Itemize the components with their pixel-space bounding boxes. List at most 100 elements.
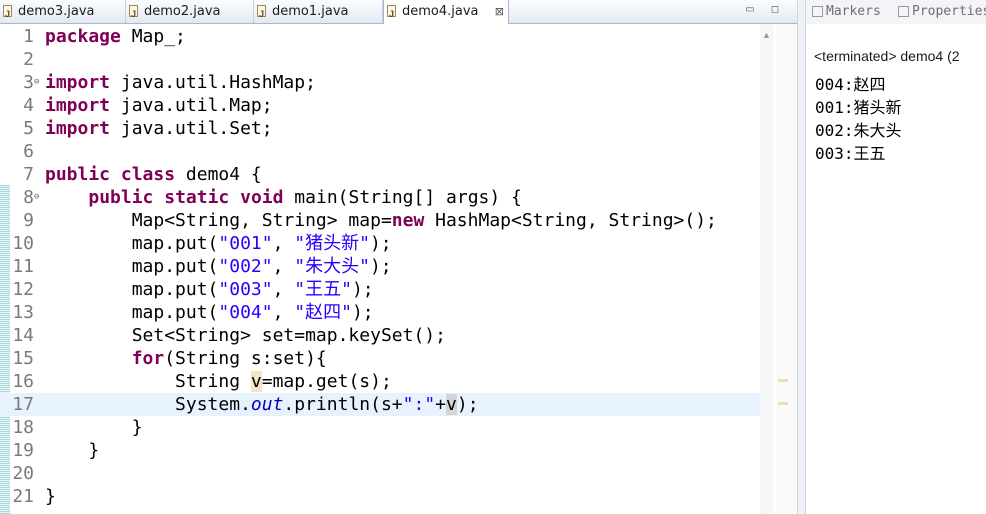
- code-text: map.put("001", "猪头新");: [45, 232, 392, 255]
- console-output-line: 004:赵四: [815, 75, 886, 94]
- code-line[interactable]: 5 import java.util.Set;: [0, 117, 760, 140]
- line-number: 15: [12, 348, 34, 369]
- string-token: "003": [218, 279, 273, 300]
- code-line[interactable]: 15 for(String s:set){: [0, 347, 760, 370]
- code-line[interactable]: 6: [0, 140, 760, 163]
- terminated-label: <terminated> demo4 (2: [814, 48, 960, 64]
- keyword-token: static: [164, 187, 230, 208]
- line-number: 1: [23, 26, 34, 47]
- tab-demo1[interactable]: demo1.java: [254, 0, 383, 26]
- line-number: 8: [23, 187, 34, 208]
- keyword-token: class: [120, 164, 176, 185]
- fold-toggle-icon[interactable]: ⊖: [34, 71, 39, 94]
- code-token: }: [45, 417, 143, 438]
- code-token: java.util.Set;: [110, 118, 273, 139]
- code-line[interactable]: 8 ⊖ public static void main(String[] args…: [0, 186, 760, 209]
- close-tab-icon[interactable]: ⊠: [495, 0, 504, 23]
- code-text: public static void main(String[] args) {: [45, 186, 522, 209]
- scroll-up-icon[interactable]: ▲: [762, 30, 771, 40]
- code-text: map.put("004", "赵四");: [45, 301, 374, 324]
- line-number: 18: [12, 417, 34, 438]
- tab-demo3[interactable]: demo3.java: [0, 0, 126, 26]
- keyword-token: import: [45, 72, 111, 93]
- code-token: }: [45, 440, 100, 461]
- keyword-token: public: [88, 187, 154, 208]
- fold-toggle-icon[interactable]: ⊖: [34, 186, 39, 209]
- code-token: Map_;: [120, 26, 186, 47]
- code-line[interactable]: 11 map.put("002", "朱大头");: [0, 255, 760, 278]
- code-token: map.put(: [45, 302, 219, 323]
- code-line[interactable]: 16 String v=map.get(s);: [0, 370, 760, 393]
- code-token: (String s:set){: [164, 348, 327, 369]
- tab-demo4[interactable]: demo4.java ⊠: [383, 0, 509, 26]
- java-file-icon: [257, 3, 266, 26]
- keyword-token: new: [391, 210, 425, 231]
- code-text: import java.util.HashMap;: [45, 71, 316, 94]
- code-line[interactable]: 9 Map<String, String> map=new HashMap<St…: [0, 209, 760, 232]
- string-token: "001": [218, 233, 273, 254]
- code-line[interactable]: 2: [0, 48, 760, 71]
- code-text: Map<String, String> map=new HashMap<Stri…: [45, 209, 717, 232]
- code-token: );: [369, 233, 392, 254]
- code-line[interactable]: 10 map.put("001", "猪头新");: [0, 232, 760, 255]
- editor-tab-bar: demo3.java demo2.java demo1.java demo4.j…: [0, 0, 797, 26]
- code-token: );: [351, 302, 374, 323]
- tab-properties[interactable]: Properties: [896, 0, 986, 24]
- line-number: 6: [23, 141, 34, 162]
- code-text: import java.util.Set;: [45, 117, 273, 140]
- code-line[interactable]: 17 System.out.println(s+":"+v);: [0, 393, 760, 416]
- java-file-icon: [387, 3, 396, 26]
- maximize-icon[interactable]: ◻: [768, 3, 782, 17]
- occurrence-marker[interactable]: [778, 379, 788, 382]
- code-line[interactable]: 7 public class demo4 {: [0, 163, 760, 186]
- string-token: "朱大头": [294, 256, 370, 277]
- string-token: "猪头新": [294, 233, 370, 254]
- tab-demo2[interactable]: demo2.java: [126, 0, 254, 26]
- line-number: 9: [23, 210, 34, 231]
- code-token: ,: [272, 256, 295, 277]
- line-number: 4: [23, 95, 34, 116]
- code-text: map.put("002", "朱大头");: [45, 255, 392, 278]
- code-text: import java.util.Map;: [45, 94, 273, 117]
- code-line[interactable]: 4 import java.util.Map;: [0, 94, 760, 117]
- code-line[interactable]: 18 }: [0, 416, 760, 439]
- field-token: out: [250, 394, 284, 415]
- tab-markers[interactable]: Markers: [810, 0, 881, 24]
- code-line[interactable]: 13 map.put("004", "赵四");: [0, 301, 760, 324]
- minimize-icon[interactable]: ▭: [743, 3, 757, 17]
- code-token: HashMap<String, String>();: [424, 210, 717, 231]
- code-token: System.: [45, 394, 251, 415]
- code-token: v: [446, 394, 457, 415]
- code-text: map.put("003", "王五");: [45, 278, 374, 301]
- code-line[interactable]: 20: [0, 462, 760, 485]
- code-area[interactable]: 1 package Map_; 2 3 ⊖ import java.util.HashMa…: [0, 25, 760, 508]
- code-token: Set<String> set=map.keySet();: [45, 325, 446, 346]
- code-token: java.util.HashMap;: [110, 72, 316, 93]
- code-line[interactable]: 3 ⊖ import java.util.HashMap;: [0, 71, 760, 94]
- code-token: java.util.Map;: [110, 95, 273, 116]
- string-token: "004": [218, 302, 273, 323]
- code-text: Set<String> set=map.keySet();: [45, 324, 446, 347]
- code-line[interactable]: 14 Set<String> set=map.keySet();: [0, 324, 760, 347]
- pane-splitter[interactable]: [797, 0, 806, 514]
- markers-icon: [812, 6, 823, 17]
- console-output-line: 001:猪头新: [815, 98, 902, 117]
- view-tab-bar: Markers Properties: [806, 0, 986, 24]
- keyword-token: import: [45, 118, 111, 139]
- code-token: );: [456, 394, 479, 415]
- code-text: package Map_;: [45, 25, 186, 48]
- console-output-line: 002:朱大头: [815, 121, 902, 140]
- string-token: ":": [402, 394, 436, 415]
- string-token: "王五": [294, 279, 352, 300]
- code-line[interactable]: 21}: [0, 485, 760, 508]
- code-editor[interactable]: demo3.java demo2.java demo1.java demo4.j…: [0, 0, 797, 514]
- vertical-scrollbar[interactable]: ▲: [760, 24, 774, 514]
- code-line[interactable]: 1 package Map_;: [0, 25, 760, 48]
- code-line[interactable]: 12 map.put("003", "王五");: [0, 278, 760, 301]
- occurrence-marker[interactable]: [778, 402, 788, 405]
- code-token: }: [45, 486, 56, 507]
- overview-ruler[interactable]: [776, 24, 796, 514]
- code-line[interactable]: 19 }: [0, 439, 760, 462]
